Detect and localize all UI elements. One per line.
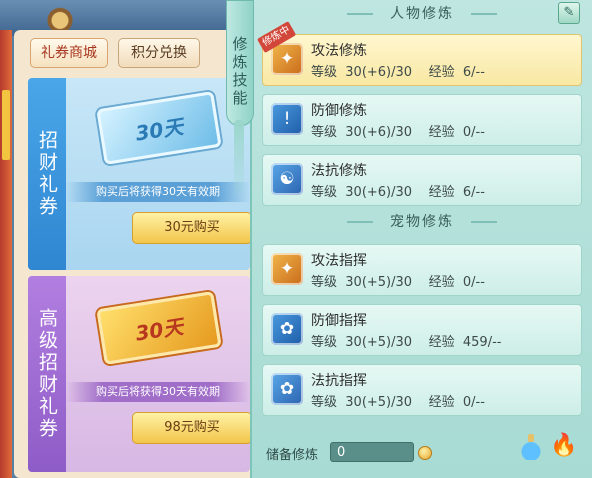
- skill-row[interactable]: ✦ 修炼中 攻法修炼 等级 30(+6)/30 经验 6/--: [257, 21, 582, 86]
- ticket-days: 30天: [133, 313, 185, 346]
- left-edge-panel: [0, 30, 12, 478]
- buy-button[interactable]: 98元购买: [132, 412, 250, 444]
- paw-defense-icon: ✿: [271, 313, 303, 345]
- side-tab-label: 修炼技能: [232, 35, 248, 107]
- skill-name: 攻法修炼: [311, 43, 367, 59]
- exp-value: 6/--: [462, 185, 485, 200]
- scene-decoration: [30, 0, 90, 34]
- tab-points-exchange[interactable]: 积分兑换: [118, 38, 200, 68]
- ticket-days: 30天: [133, 113, 185, 146]
- level-value: 30(+5)/30: [345, 335, 413, 350]
- defense-icon: !: [271, 103, 303, 135]
- tab-gift-voucher-shop[interactable]: 礼券商城: [30, 38, 108, 68]
- cultivation-panel: 人物修炼 ✎ ✦ 修炼中 攻法修炼 等级 30(+6)/30 经验 6/-- !…: [250, 0, 592, 478]
- card-description: 购买后将获得30天有效期: [66, 182, 250, 202]
- skill-stats: 等级 30(+6)/30 经验 0/--: [311, 121, 485, 140]
- skill-stats: 等级 30(+5)/30 经验 0/--: [311, 271, 485, 290]
- potion-icon[interactable]: [520, 432, 542, 460]
- exp-label: 经验: [428, 65, 455, 80]
- skill-name: 法抗指挥: [311, 373, 367, 389]
- card-description: 购买后将获得30天有效期: [66, 382, 250, 402]
- exp-label: 经验: [428, 395, 455, 410]
- exp-value: 6/--: [462, 65, 485, 80]
- skill-stats: 等级 30(+6)/30 经验 6/--: [311, 61, 485, 80]
- exp-label: 经验: [428, 185, 455, 200]
- exp-value: 0/--: [462, 275, 485, 290]
- skill-row[interactable]: ✦ 攻法指挥 等级 30(+5)/30 经验 0/--: [262, 244, 582, 296]
- skill-stats: 等级 30(+5)/30 经验 459/--: [311, 331, 501, 350]
- level-value: 30(+6)/30: [345, 65, 413, 80]
- skill-row[interactable]: ✿ 防御指挥 等级 30(+5)/30 经验 459/--: [262, 304, 582, 356]
- pet-cultivation-header: 宠物修炼: [347, 212, 497, 232]
- resist-icon: ☯: [271, 163, 303, 195]
- level-value: 30(+6)/30: [345, 185, 413, 200]
- card-title: 高级招财礼券: [28, 276, 66, 472]
- skill-row[interactable]: ! 防御修炼 等级 30(+6)/30 经验 0/--: [262, 94, 582, 146]
- skill-stats: 等级 30(+6)/30 经验 6/--: [311, 181, 485, 200]
- exp-value: 459/--: [462, 335, 502, 350]
- level-label: 等级: [311, 395, 338, 410]
- shop-panel: 礼券商城 积分兑换 招财礼券 30天 购买后将获得30天有效期 30元购买 高级…: [14, 30, 250, 478]
- exp-value: 0/--: [462, 395, 485, 410]
- attack-icon: ✦: [271, 43, 303, 75]
- skill-row[interactable]: ☯ 法抗修炼 等级 30(+6)/30 经验 6/--: [262, 154, 582, 206]
- exp-label: 经验: [428, 125, 455, 140]
- level-label: 等级: [311, 335, 338, 350]
- skill-name: 防御指挥: [311, 313, 367, 329]
- skill-name: 防御修炼: [311, 103, 367, 119]
- character-cultivation-header: 人物修炼: [347, 4, 497, 24]
- level-label: 等级: [311, 125, 338, 140]
- buy-button[interactable]: 30元购买: [132, 212, 250, 244]
- left-edge-stripe: [2, 90, 10, 160]
- level-label: 等级: [311, 65, 338, 80]
- exp-value: 0/--: [462, 125, 485, 140]
- coin-icon[interactable]: [418, 446, 432, 460]
- level-value: 30(+6)/30: [345, 125, 413, 140]
- skill-name: 攻法指挥: [311, 253, 367, 269]
- level-value: 30(+5)/30: [345, 275, 413, 290]
- skill-stats: 等级 30(+5)/30 经验 0/--: [311, 391, 485, 410]
- level-value: 30(+5)/30: [345, 395, 413, 410]
- exp-label: 经验: [428, 335, 455, 350]
- level-label: 等级: [311, 185, 338, 200]
- voucher-ticket-image: 30天: [96, 291, 222, 365]
- reserve-value-field[interactable]: 0: [330, 442, 414, 462]
- paw-resist-icon: ✿: [271, 373, 303, 405]
- edit-icon[interactable]: ✎: [558, 2, 580, 24]
- reserve-label: 储备修炼: [266, 448, 319, 463]
- skill-row[interactable]: ✿ 法抗指挥 等级 30(+5)/30 经验 0/--: [262, 364, 582, 416]
- voucher-card: 招财礼券 30天 购买后将获得30天有效期 30元购买: [28, 78, 250, 270]
- paw-attack-icon: ✦: [271, 253, 303, 285]
- level-label: 等级: [311, 275, 338, 290]
- reserve-bar: 储备修炼 0 🔥: [262, 432, 584, 466]
- advanced-voucher-card: 高级招财礼券 30天 购买后将获得30天有效期 98元购买: [28, 276, 250, 472]
- tab-cultivation-skills[interactable]: 修炼技能: [226, 0, 254, 126]
- skill-name: 法抗修炼: [311, 163, 367, 179]
- side-tab-ribbon: [234, 120, 244, 200]
- card-title: 招财礼券: [28, 78, 66, 270]
- exp-label: 经验: [428, 275, 455, 290]
- flame-icon[interactable]: 🔥: [550, 432, 577, 460]
- voucher-ticket-image: 30天: [96, 91, 222, 165]
